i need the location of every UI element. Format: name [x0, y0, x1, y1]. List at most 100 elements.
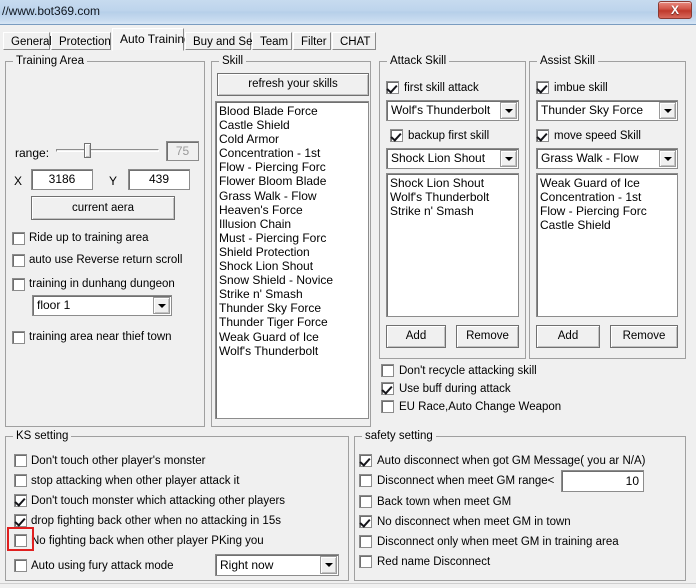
range-slider-thumb[interactable]	[84, 143, 91, 158]
first-skill-select[interactable]: Wolf's Thunderbolt	[386, 100, 519, 121]
tab-protection[interactable]: Protection	[51, 32, 111, 50]
label-first-skill-attack: first skill attack	[404, 82, 479, 94]
checkbox-stop-attacking-when-other-player-attack-it[interactable]	[14, 474, 27, 487]
list-item[interactable]: Wolf's Thunderbolt	[219, 344, 368, 358]
tab-chat[interactable]: CHAT	[332, 32, 376, 50]
checkbox-training-area-near-thief-town[interactable]	[12, 331, 25, 344]
label-no-fighting-back-when-pking: No fighting back when other player PKing…	[31, 535, 264, 547]
list-item[interactable]: Concentration - 1st	[219, 146, 368, 160]
label-dont-recycle-attacking-skill: Don't recycle attacking skill	[399, 365, 537, 377]
list-item[interactable]: Strike n' Smash	[390, 204, 518, 218]
tab-buy-and-sell[interactable]: Buy and Sell	[185, 32, 258, 50]
checkbox-training-in-dunhang-dungeon[interactable]	[12, 278, 25, 291]
skill-listbox[interactable]: Blood Blade Force Castle Shield Cold Arm…	[215, 101, 369, 419]
list-item[interactable]: Shock Lion Shout	[390, 176, 518, 190]
backup-skill-select-value: Shock Lion Shout	[391, 151, 486, 165]
x-coordinate-input[interactable]: 3186	[31, 169, 93, 190]
list-item[interactable]: Grass Walk - Flow	[219, 189, 368, 203]
list-item[interactable]: Cold Armor	[219, 132, 368, 146]
label-dont-touch-monster-attacking-other-players: Don't touch monster which attacking othe…	[31, 495, 286, 507]
move-speed-skill-select[interactable]: Grass Walk - Flow	[536, 148, 678, 169]
current-area-button[interactable]: current aera	[31, 196, 175, 220]
list-item[interactable]: Strike n' Smash	[219, 287, 368, 301]
gm-range-input[interactable]: 10	[561, 470, 644, 492]
assist-skill-group: Assist Skill imbue skill Thunder Sky For…	[529, 55, 686, 359]
list-item[interactable]: Flow - Piercing Forc	[219, 160, 368, 174]
list-item[interactable]: Weak Guard of Ice	[219, 330, 368, 344]
assist-skill-add-button[interactable]: Add	[536, 325, 600, 348]
backup-skill-select[interactable]: Shock Lion Shout	[386, 148, 519, 169]
list-item[interactable]: Castle Shield	[540, 218, 677, 232]
checkbox-dont-touch-other-players-monster[interactable]	[14, 454, 27, 467]
checkbox-auto-use-reverse-return-scroll[interactable]	[12, 254, 25, 267]
tab-auto-training[interactable]: Auto Training	[112, 28, 191, 51]
chevron-down-icon[interactable]	[659, 150, 676, 167]
list-item[interactable]: Wolf's Thunderbolt	[390, 190, 518, 204]
attack-skill-remove-button[interactable]: Remove	[456, 325, 519, 348]
checkbox-first-skill-attack[interactable]	[386, 81, 399, 94]
checkbox-back-town-when-meet-gm[interactable]	[359, 495, 372, 508]
list-item[interactable]: Thunder Tiger Force	[219, 315, 368, 329]
chevron-down-icon[interactable]	[320, 556, 337, 574]
list-item[interactable]: Blood Blade Force	[219, 104, 368, 118]
checkbox-dont-recycle-attacking-skill[interactable]	[381, 364, 394, 377]
tab-general[interactable]: General	[3, 32, 52, 50]
list-item[interactable]: Illusion Chain	[219, 217, 368, 231]
list-item[interactable]: Thunder Sky Force	[219, 301, 368, 315]
first-skill-select-value: Wolf's Thunderbolt	[391, 103, 491, 117]
checkbox-move-speed-skill[interactable]	[536, 129, 549, 142]
list-item[interactable]: Castle Shield	[219, 118, 368, 132]
checkbox-eu-race-auto-change-weapon[interactable]	[381, 400, 394, 413]
list-item[interactable]: Snow Shield - Novice	[219, 273, 368, 287]
label-back-town-when-meet-gm: Back town when meet GM	[377, 496, 512, 508]
tab-team[interactable]: Team	[252, 32, 292, 50]
list-item[interactable]: Flower Bloom Blade	[219, 174, 368, 188]
checkbox-no-fighting-back-when-pking[interactable]	[14, 534, 27, 547]
floor-select[interactable]: floor 1	[32, 295, 172, 316]
label-auto-disconnect-gm-message: Auto disconnect when got GM Message( you…	[377, 455, 646, 467]
checkbox-disconnect-when-meet-gm-range[interactable]	[359, 474, 372, 487]
tab-filter[interactable]: Filter	[293, 32, 331, 50]
checkbox-red-name-disconnect[interactable]	[359, 555, 372, 568]
chevron-down-icon[interactable]	[153, 297, 170, 314]
close-icon: X	[670, 3, 679, 17]
list-item[interactable]: Must - Piercing Forc	[219, 231, 368, 245]
checkbox-drop-fighting-back-other[interactable]	[14, 514, 27, 527]
chevron-down-icon[interactable]	[500, 150, 517, 167]
attack-skill-listbox[interactable]: Shock Lion Shout Wolf's Thunderbolt Stri…	[386, 173, 519, 317]
range-slider-track	[56, 149, 159, 152]
list-item[interactable]: Weak Guard of Ice	[540, 176, 677, 190]
fury-attack-mode-select-value: Right now	[220, 558, 274, 572]
fury-attack-mode-select[interactable]: Right now	[215, 554, 339, 576]
y-label: Y	[109, 174, 118, 188]
training-area-group: Training Area range: 75 X 3186 Y 439 cur…	[5, 55, 205, 427]
close-button[interactable]: X	[658, 1, 692, 19]
list-item[interactable]: Shield Protection	[219, 245, 368, 259]
assist-skill-listbox[interactable]: Weak Guard of Ice Concentration - 1st Fl…	[536, 173, 678, 317]
label-disconnect-only-meet-gm-training-area: Disconnect only when meet GM in training…	[377, 536, 619, 548]
range-slider[interactable]	[56, 142, 159, 160]
assist-skill-remove-button[interactable]: Remove	[610, 325, 678, 348]
label-no-disconnect-meet-gm-in-town: No disconnect when meet GM in town	[377, 516, 571, 528]
checkbox-disconnect-only-meet-gm-training-area[interactable]	[359, 535, 372, 548]
chevron-down-icon[interactable]	[500, 102, 517, 119]
checkbox-no-disconnect-meet-gm-in-town[interactable]	[359, 515, 372, 528]
chevron-down-icon[interactable]	[659, 102, 676, 119]
checkbox-use-buff-during-attack[interactable]	[381, 382, 394, 395]
imbue-skill-select[interactable]: Thunder Sky Force	[536, 100, 678, 121]
checkbox-backup-first-skill[interactable]	[390, 129, 403, 142]
checkbox-ride-up-to-training-area[interactable]	[12, 232, 25, 245]
checkbox-dont-touch-monster-attacking-other-players[interactable]	[14, 494, 27, 507]
list-item[interactable]: Flow - Piercing Forc	[540, 204, 677, 218]
attack-skill-add-button[interactable]: Add	[386, 325, 446, 348]
y-coordinate-input[interactable]: 439	[128, 169, 190, 190]
checkbox-imbue-skill[interactable]	[536, 81, 549, 94]
list-item[interactable]: Heaven's Force	[219, 203, 368, 217]
list-item[interactable]: Concentration - 1st	[540, 190, 677, 204]
list-item[interactable]: Shock Lion Shout	[219, 259, 368, 273]
label-drop-fighting-back-other: drop fighting back other when no attacki…	[31, 515, 281, 527]
checkbox-auto-using-fury-attack-mode[interactable]	[14, 559, 27, 572]
refresh-skills-button[interactable]: refresh your skills	[217, 73, 369, 96]
status-strip	[0, 583, 696, 588]
checkbox-auto-disconnect-gm-message[interactable]	[359, 454, 372, 467]
